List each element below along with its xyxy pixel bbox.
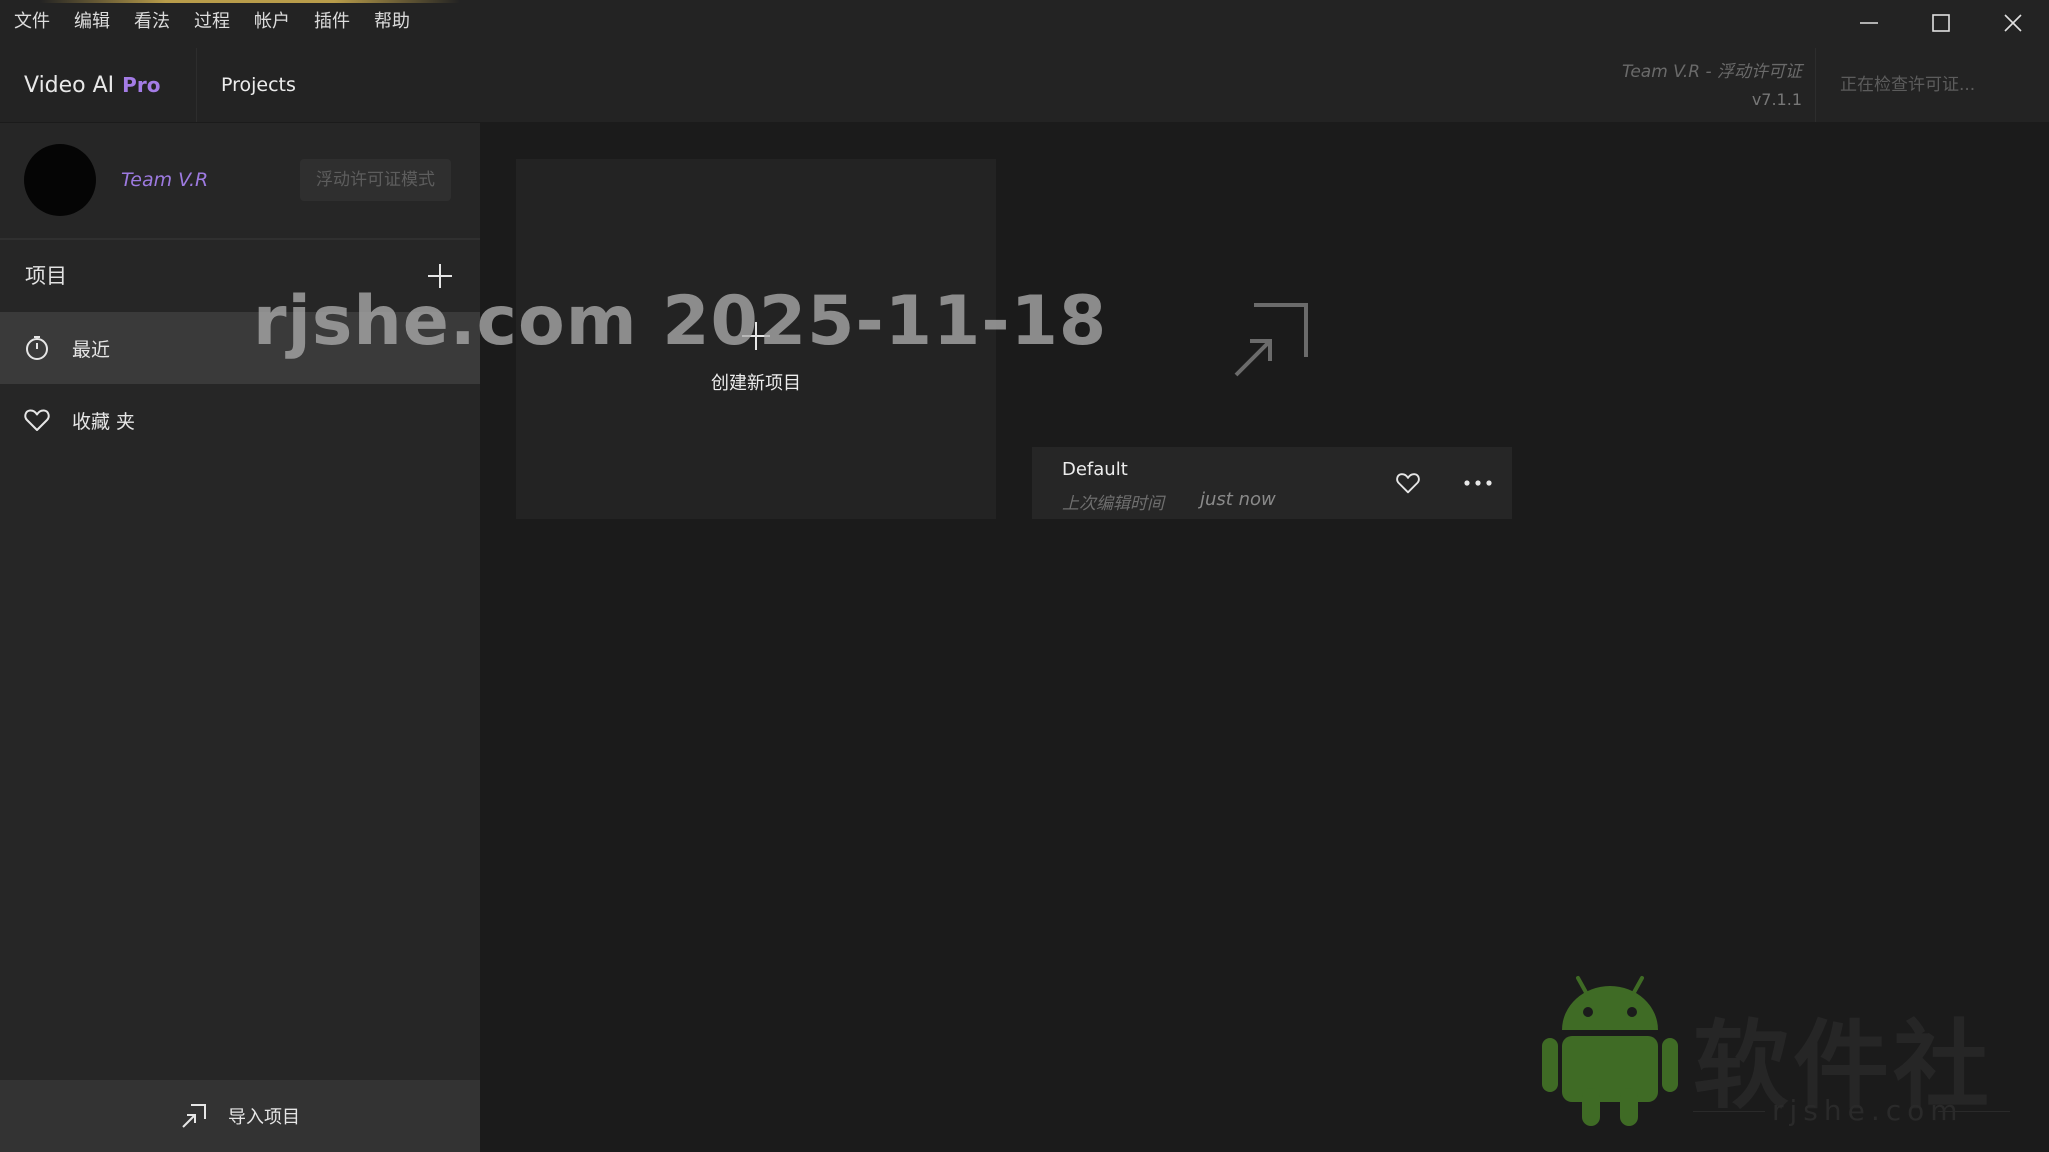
menu-file[interactable]: 文件 [0,0,62,44]
project-card-footer: Default 上次编辑时间 just now [1032,447,1512,519]
sidebar-item-label: 收藏 夹 [72,410,136,433]
import-icon [182,1104,206,1128]
plus-icon [428,264,452,288]
header-divider [196,48,197,122]
close-icon [2004,14,2022,32]
favorite-button[interactable] [1392,467,1424,499]
user-name[interactable]: Team V.R [121,123,208,238]
menu-help[interactable]: 帮助 [362,0,422,44]
version-text: v7.1.1 [1751,90,1802,109]
minimize-button[interactable] [1833,0,1905,46]
add-project-button[interactable] [420,256,460,296]
license-check-status: 正在检查许可证... [1840,75,1976,95]
open-project-icon [1234,303,1308,377]
projects-title: 项目 [25,264,67,288]
brand-name: Video AI [24,72,115,98]
more-options-button[interactable] [1458,467,1498,499]
last-edited-value: just now [1200,489,1276,510]
sidebar-item-recent[interactable]: 最近 [0,312,480,384]
import-label: 导入项目 [228,1107,300,1128]
license-info: Team V.R - 浮动许可证 v7.1.1 [1622,60,1802,112]
brand-tier: Pro [122,73,161,97]
menu-plugins[interactable]: 插件 [302,0,362,44]
heart-icon [1396,473,1420,494]
create-project-card[interactable]: 创建新项目 [516,159,996,519]
project-name: Default [1062,459,1128,480]
user-row: Team V.R 浮动许可证模式 [0,123,480,240]
nav-projects[interactable]: Projects [221,48,296,122]
maximize-icon [1932,14,1950,32]
watermark-url: rjshe.com [1772,1094,1964,1127]
create-project-label: 创建新项目 [711,373,801,394]
menu-view[interactable]: 看法 [122,0,182,44]
sidebar-item-label: 最近 [72,338,111,361]
close-button[interactable] [1977,0,2049,46]
header-divider [1815,48,1816,122]
app-header: Video AI Pro Projects Team V.R - 浮动许可证 v… [0,48,2049,123]
menu-bar: 文件 编辑 看法 过程 帐户 插件 帮助 [0,0,422,44]
title-bar: 文件 编辑 看法 过程 帐户 插件 帮助 [0,0,2049,49]
menu-process[interactable]: 过程 [182,0,242,44]
last-edited-label: 上次编辑时间 [1062,494,1164,514]
sidebar: Team V.R 浮动许可证模式 项目 最近 收藏 夹 导入项目 [0,123,480,1152]
license-mode-button[interactable]: 浮动许可证模式 [300,159,451,201]
project-card[interactable]: Default 上次编辑时间 just now [1032,159,1512,519]
projects-header: 项目 [0,240,480,312]
import-project-button[interactable]: 导入项目 [0,1080,480,1152]
avatar[interactable] [24,144,96,216]
app-brand: Video AI Pro [24,48,160,122]
watermark-divider [1693,1111,1765,1112]
maximize-button[interactable] [1905,0,1977,46]
sidebar-item-favorites[interactable]: 收藏 夹 [0,384,480,456]
license-team-text: Team V.R - 浮动许可证 [1622,62,1802,82]
watermark-divider [1938,1111,2010,1112]
menu-edit[interactable]: 编辑 [62,0,122,44]
menu-account[interactable]: 帐户 [242,0,302,44]
heart-icon [22,405,52,435]
plus-icon [742,322,770,350]
minimize-icon [1860,22,1878,24]
more-dots-icon [1464,480,1492,486]
clock-icon [22,333,52,363]
